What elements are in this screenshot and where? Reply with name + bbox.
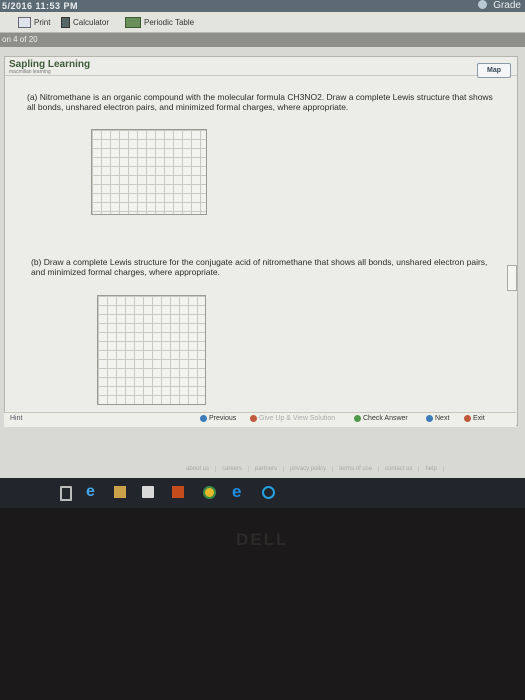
calculator-button[interactable]: Calculator (61, 17, 109, 28)
map-label: Map (487, 67, 501, 74)
periodic-table-label: Periodic Table (144, 18, 195, 27)
question-b-text: (b) Draw a complete Lewis structure for … (31, 257, 488, 277)
chrome-icon[interactable] (203, 486, 216, 499)
calculator-label: Calculator (73, 18, 110, 27)
dell-logo: DELL (236, 530, 289, 549)
windows-taskbar: e e (0, 478, 525, 508)
question-counter-bar: on 4 of 20 (0, 33, 525, 47)
side-collapse-tab[interactable] (507, 265, 517, 291)
footer-link[interactable]: terms of use (333, 466, 380, 472)
question-panel: Sapling Learning macmillan learning Map … (4, 56, 518, 426)
hint-button[interactable]: Hint (10, 415, 22, 422)
previous-label: Previous (209, 415, 237, 422)
footer-links: about us careers partners privacy policy ter… (180, 466, 444, 472)
check-answer-button[interactable]: Check Answer (354, 415, 408, 422)
check-icon (354, 415, 361, 422)
footer-link[interactable]: contact us (379, 466, 420, 472)
navigation-bar: Hint Previous Give Up & View Solution Ch… (4, 412, 516, 427)
exit-button[interactable]: Exit (464, 415, 485, 422)
next-icon (426, 415, 433, 422)
task-view-icon[interactable] (60, 486, 72, 501)
footer-link[interactable]: help (419, 466, 444, 472)
grade-icon (478, 0, 488, 9)
footer-link[interactable]: partners (249, 466, 285, 472)
periodic-table-button[interactable]: Periodic Table (125, 17, 194, 28)
calculator-icon (61, 17, 70, 28)
office-icon[interactable] (172, 486, 184, 498)
next-button[interactable]: Next (426, 415, 449, 422)
toolbar: Print Calculator Periodic Table (0, 12, 525, 33)
file-explorer-icon[interactable] (114, 486, 126, 498)
give-up-label: Give Up & View Solution (259, 415, 336, 422)
check-label: Check Answer (363, 415, 408, 422)
periodic-table-icon (125, 17, 141, 28)
timestamp: 5/2016 11:53 PM (2, 1, 79, 11)
previous-button[interactable]: Previous (200, 415, 236, 422)
sapling-logo: Sapling Learning macmillan learning (9, 59, 90, 75)
divider (5, 75, 517, 76)
map-button[interactable]: Map (477, 63, 511, 78)
grade-button[interactable]: Grade (478, 0, 521, 12)
give-up-button[interactable]: Give Up & View Solution (250, 415, 335, 422)
store-icon[interactable] (142, 486, 154, 498)
exit-label: Exit (473, 415, 485, 422)
previous-icon (200, 415, 207, 422)
edge-icon[interactable]: e (86, 483, 98, 500)
printer-icon (18, 17, 31, 28)
monitor-screen: 5/2016 11:53 PM Grade Print Calculator P… (0, 0, 525, 478)
footer-link[interactable]: careers (216, 466, 250, 472)
exit-icon (464, 415, 471, 422)
question-a-text: (a) Nitromethane is an organic compound … (27, 92, 493, 112)
give-up-icon (250, 415, 257, 422)
print-button[interactable]: Print (18, 17, 50, 28)
next-label: Next (435, 415, 450, 422)
question-counter: on 4 of 20 (2, 35, 38, 44)
top-status-bar: 5/2016 11:53 PM Grade (0, 0, 525, 12)
browser-icon[interactable] (262, 486, 275, 499)
print-label: Print (34, 18, 51, 27)
drawing-canvas-a[interactable] (91, 129, 207, 215)
grade-label: Grade (493, 0, 521, 11)
footer-link[interactable]: about us (180, 466, 217, 472)
footer-link[interactable]: privacy policy (284, 466, 334, 472)
drawing-canvas-b[interactable] (97, 295, 206, 405)
internet-explorer-icon[interactable]: e (232, 482, 244, 501)
